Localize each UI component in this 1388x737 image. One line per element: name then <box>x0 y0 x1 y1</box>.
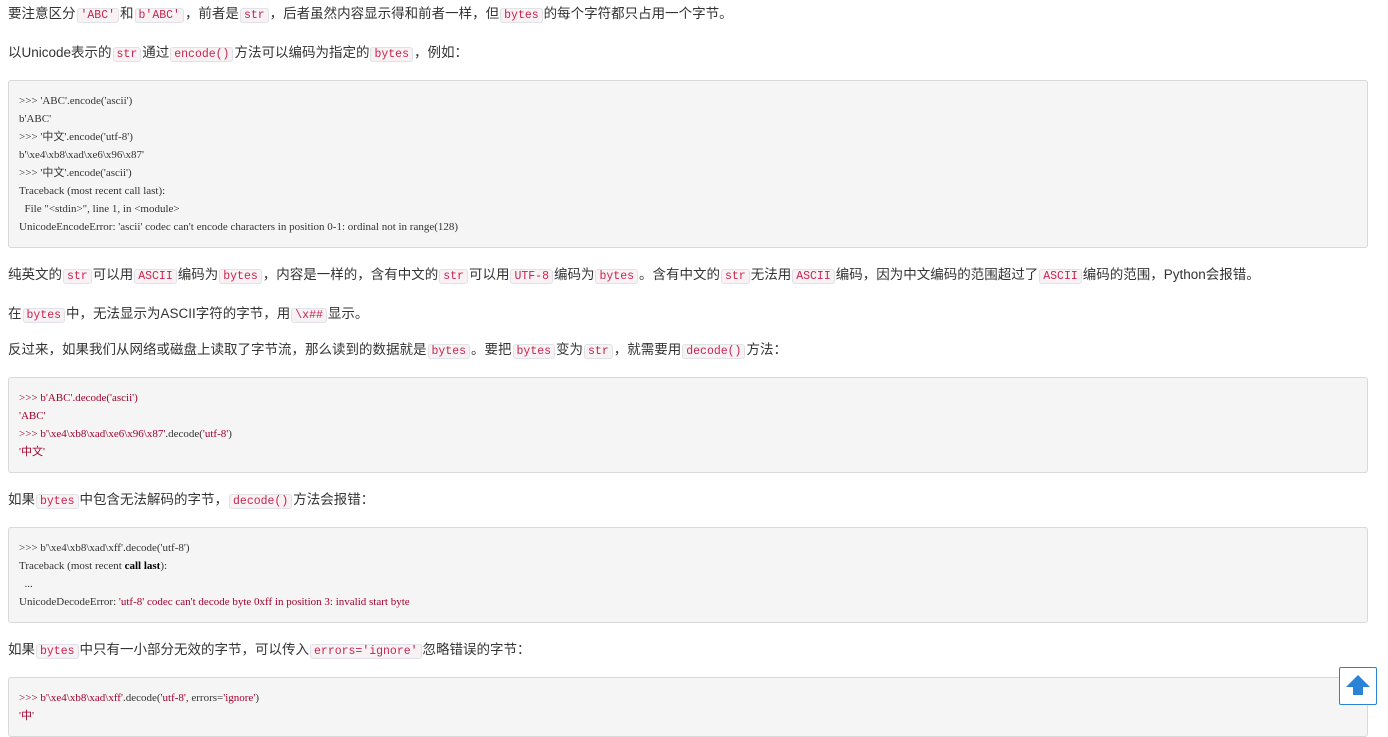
inline-code: str <box>239 8 269 23</box>
inline-code: ASCII <box>792 269 835 284</box>
inline-code: \x## <box>291 308 327 323</box>
inline-code: str <box>112 47 142 62</box>
inline-code: bytes <box>36 644 79 659</box>
inline-code: bytes <box>219 269 262 284</box>
inline-code: bytes <box>370 47 413 62</box>
inline-code: str <box>63 269 92 284</box>
inline-code: str <box>584 344 613 359</box>
inline-code: UTF-8 <box>510 269 553 284</box>
inline-code: b'ABC' <box>134 8 184 23</box>
inline-code: encode() <box>170 47 234 62</box>
article-content: 要注意区分 'ABC' 和 b'ABC' ，前者是 str ，后者虽然内容显示得和前者一样，… <box>8 0 1368 737</box>
inline-code: ASCII <box>1039 269 1082 284</box>
inline-code: 'ABC' <box>76 8 120 23</box>
paragraph-2: 以Unicode表示的 str 通过 encode() 方法可以编码为指定的 bytes，… <box>8 45 468 62</box>
paragraph-7: 如果 bytes 中只有一小部分无效的字节，可以传入 errors='ignore' 忽… <box>8 642 531 659</box>
inline-code: str <box>439 269 468 284</box>
code-block-decode-error: >>> b'\xe4\xb8\xad\xff'.decode('utf-8') T… <box>8 527 1368 623</box>
paragraph-6: 如果 bytes 中包含无法解码的字节， decode() 方法会报错： <box>8 492 375 509</box>
inline-code: bytes <box>500 8 543 23</box>
inline-code: decode() <box>229 494 293 509</box>
inline-code: errors='ignore' <box>310 644 422 659</box>
code-block-decode-ignore: >>> b'\xe4\xb8\xad\xff'.decode('utf-8', … <box>8 677 1368 737</box>
paragraph-5: 反过来，如果我们从网络或磁盘上读取了字节流，那么读到的数据就是 bytes 。要把 b… <box>8 342 787 359</box>
inline-code: bytes <box>36 494 79 509</box>
paragraph-3: 纯英文的 str 可以用 ASCII 编码为 bytes ，内容是一样的，含有中文的 str 可… <box>8 267 1260 284</box>
scroll-to-top-button[interactable] <box>1339 667 1377 705</box>
inline-code: bytes <box>512 344 556 359</box>
inline-code: ASCII <box>134 269 177 284</box>
inline-code: bytes <box>595 269 638 284</box>
paragraph-4: 在 bytes 中，无法显示为ASCII字符的字节，用 \x## 显示。 <box>8 306 369 323</box>
paragraph-1: 要注意区分 'ABC' 和 b'ABC' ，前者是 str ，后者虽然内容显示得和前者一样，… <box>8 6 733 23</box>
inline-code: bytes <box>22 308 66 323</box>
inline-code: str <box>721 269 750 284</box>
code-block-decode: >>> b'ABC'.decode('ascii') 'ABC' >>> b'\xe… <box>8 377 1368 473</box>
inline-code: bytes <box>427 344 471 359</box>
inline-code: decode() <box>682 344 746 359</box>
arrow-up-icon <box>1345 674 1371 699</box>
code-block-encode: >>> 'ABC'.encode('ascii') b'ABC' >>> '中文'.… <box>8 80 1368 248</box>
